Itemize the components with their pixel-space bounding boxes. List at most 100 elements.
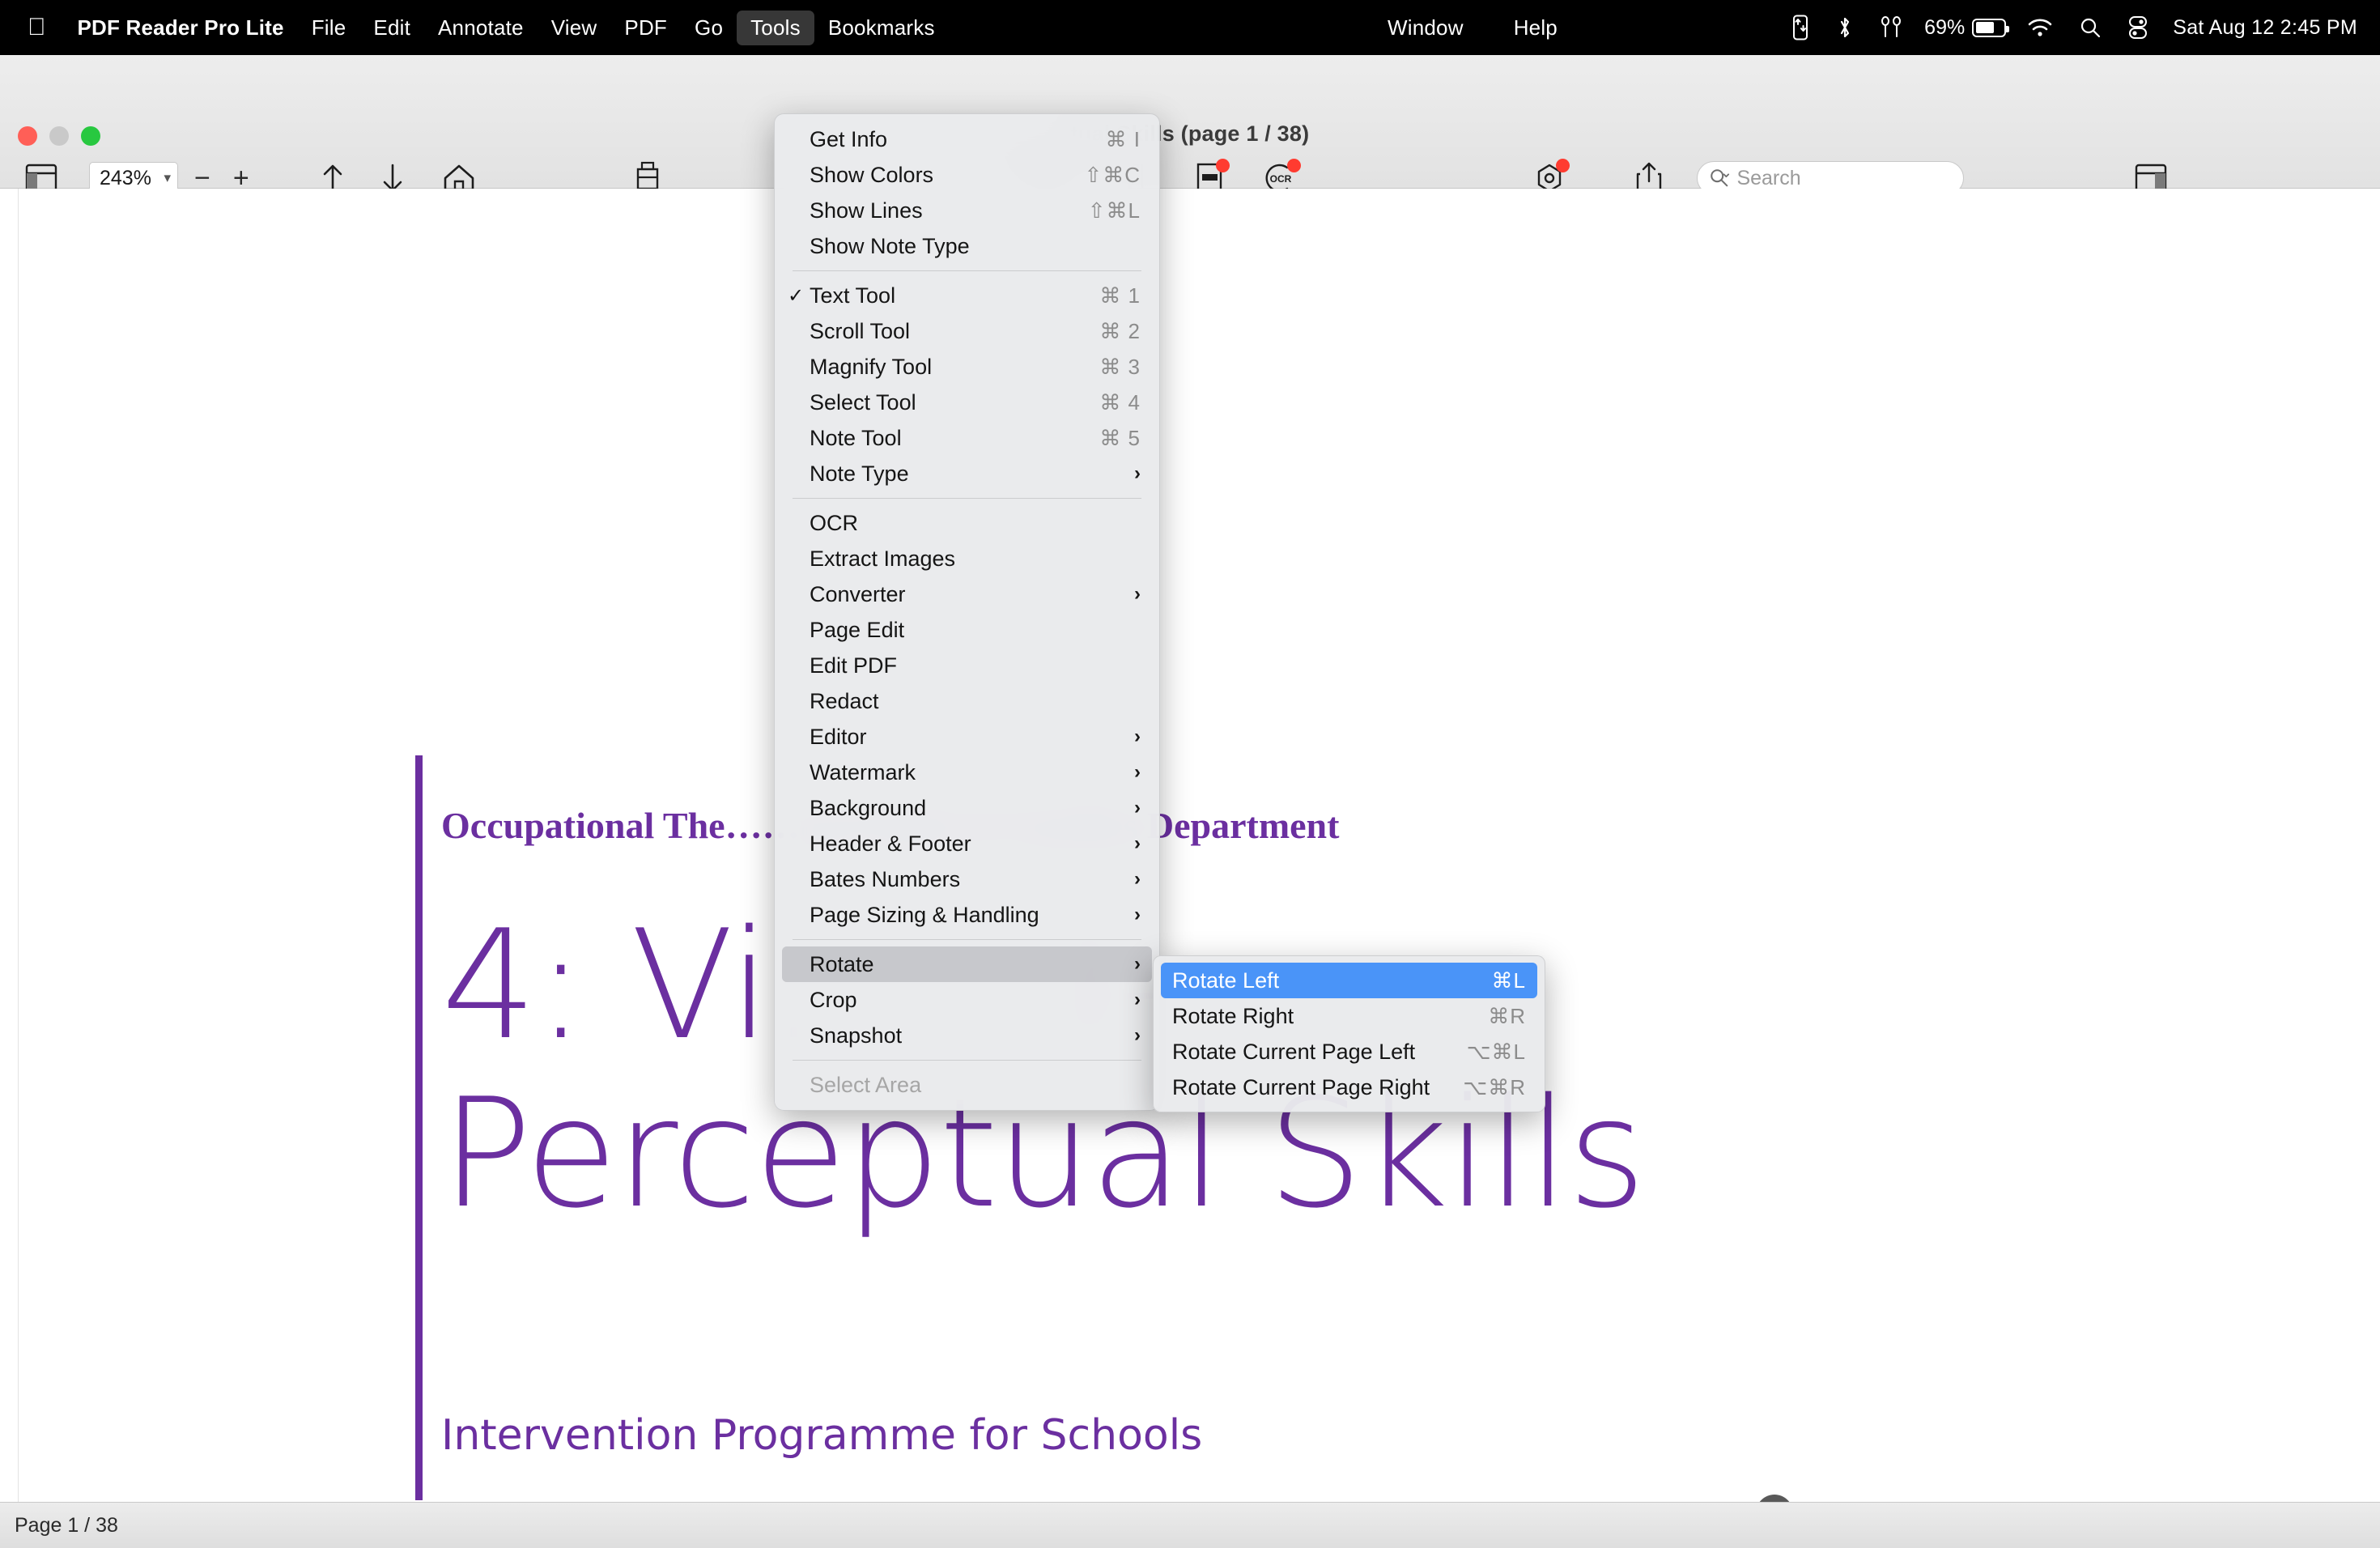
menu-item-label: Redact [810,689,1141,714]
airdrop-icon[interactable] [1777,15,1824,40]
rotate-submenu[interactable]: Rotate Left⌘LRotate Right⌘RRotate Curren… [1153,955,1545,1112]
menu-item-label: Note Type [810,461,1126,487]
menu-item-show-note-type[interactable]: Show Note Type [782,228,1152,264]
menu-item-label: OCR [810,511,1141,536]
menu-annotate[interactable]: Annotate [424,11,538,45]
menu-item-watermark[interactable]: Watermark› [782,755,1152,790]
wifi-icon[interactable] [2014,17,2066,38]
submenu-item-label: Rotate Current Page Right [1161,1075,1463,1100]
chevron-right-icon: › [1126,797,1141,819]
menu-item-shortcut: ⌘ 1 [1099,283,1141,308]
menu-tools[interactable]: Tools [737,11,814,45]
menu-separator [793,1060,1141,1061]
menu-item-label: Rotate [810,952,1126,977]
checkmark-icon: ✓ [782,284,810,308]
menu-bar-clock[interactable]: Sat Aug 12 2:45 PM [2161,16,2357,40]
menu-item-shortcut: ⌘ 4 [1099,390,1141,415]
bluetooth-icon[interactable] [1824,15,1866,40]
menu-item-rotate[interactable]: Rotate› [782,946,1152,982]
search-placeholder: Search [1736,167,1800,190]
submenu-item-rotate-current-page-left[interactable]: Rotate Current Page Left⌥⌘L [1161,1034,1537,1070]
chevron-right-icon: › [1126,761,1141,784]
menu-item-editor[interactable]: Editor› [782,719,1152,755]
menu-edit[interactable]: Edit [359,11,424,45]
menu-file[interactable]: File [298,11,360,45]
menu-app-name[interactable]: PDF Reader Pro Lite [64,11,298,45]
svg-text:OCR: OCR [1269,173,1291,185]
menu-item-redact[interactable]: Redact [782,683,1152,719]
menu-item-shortcut: ⌘ I [1106,127,1141,152]
menu-item-note-type[interactable]: Note Type› [782,456,1152,491]
menu-item-crop[interactable]: Crop› [782,982,1152,1018]
menu-item-label: Show Note Type [810,234,1141,259]
menu-item-page-edit[interactable]: Page Edit [782,612,1152,648]
menu-item-show-colors[interactable]: Show Colors⇧⌘C [782,157,1152,193]
menu-bookmarks[interactable]: Bookmarks [814,11,949,45]
menu-item-label: Header & Footer [810,831,1126,857]
battery-icon [1972,19,2006,37]
menu-item-note-tool[interactable]: Note Tool⌘ 5 [782,420,1152,456]
redact-notification-badge [1216,159,1230,172]
submenu-item-label: Rotate Right [1161,1004,1488,1029]
tools-dropdown-menu[interactable]: Get Info⌘ IShow Colors⇧⌘CShow Lines⇧⌘LSh… [774,113,1160,1111]
submenu-item-shortcut: ⌘L [1492,968,1526,993]
menu-item-snapshot[interactable]: Snapshot› [782,1018,1152,1053]
zoom-in-button[interactable]: + [222,164,261,192]
menu-item-label: Extract Images [810,546,1141,572]
menu-item-edit-pdf[interactable]: Edit PDF [782,648,1152,683]
menu-window[interactable]: Window [1374,11,1477,45]
menu-item-converter[interactable]: Converter› [782,576,1152,612]
menu-item-get-info[interactable]: Get Info⌘ I [782,121,1152,157]
vertical-scrollbar[interactable] [0,189,18,1502]
menu-item-text-tool[interactable]: ✓Text Tool⌘ 1 [782,278,1152,313]
menu-item-magnify-tool[interactable]: Magnify Tool⌘ 3 [782,349,1152,385]
airpods-icon[interactable] [1866,15,1916,40]
menu-item-label: Text Tool [810,283,1099,308]
menu-view[interactable]: View [538,11,611,45]
menu-item-scroll-tool[interactable]: Scroll Tool⌘ 2 [782,313,1152,349]
menu-item-ocr[interactable]: OCR [782,505,1152,541]
menu-item-label: Select Area [810,1073,1141,1098]
battery-indicator[interactable]: 69% [1916,16,2014,40]
menu-separator [793,939,1141,940]
menu-item-select-tool[interactable]: Select Tool⌘ 4 [782,385,1152,420]
menu-item-background[interactable]: Background› [782,790,1152,826]
menu-item-label: Page Sizing & Handling [810,903,1126,928]
menu-item-extract-images[interactable]: Extract Images [782,541,1152,576]
menu-bar-status-area: 69% Sat Aug 12 2:45 PM [1777,15,2380,40]
status-bar: Page 1 / 38 [0,1502,2380,1548]
apple-logo-icon[interactable]:  [0,15,64,40]
menu-item-label: Background [810,796,1126,821]
chevron-right-icon: › [1126,832,1141,855]
document-title: tual Skills (page 1 / 38) [0,121,2380,147]
menu-pdf[interactable]: PDF [610,11,681,45]
chevron-right-icon: › [1126,725,1141,748]
pdf-page: Occupational The……ng People & Families D… [18,189,2362,1502]
submenu-item-label: Rotate Current Page Left [1161,1040,1467,1065]
menu-item-select-area: Select Area [782,1067,1152,1103]
menu-item-bates-numbers[interactable]: Bates Numbers› [782,861,1152,897]
menu-separator [793,270,1141,271]
control-center-icon[interactable] [2114,15,2161,40]
menu-help[interactable]: Help [1500,11,1571,45]
menu-item-label: Get Info [810,127,1106,152]
spotlight-search-icon[interactable] [2066,16,2114,39]
menu-item-page-sizing-handling[interactable]: Page Sizing & Handling› [782,897,1152,933]
submenu-item-rotate-left[interactable]: Rotate Left⌘L [1161,963,1537,998]
menu-item-show-lines[interactable]: Show Lines⇧⌘L [782,193,1152,228]
menu-item-label: Crop [810,988,1126,1013]
submenu-item-rotate-current-page-right[interactable]: Rotate Current Page Right⌥⌘R [1161,1070,1537,1105]
submenu-item-rotate-right[interactable]: Rotate Right⌘R [1161,998,1537,1034]
menu-separator [793,498,1141,499]
menu-item-shortcut: ⌘ 3 [1099,355,1141,380]
page-indicator: Page 1 / 38 [15,1514,118,1537]
menu-item-shortcut: ⌘ 5 [1099,426,1141,451]
pdf-document-area[interactable]: Occupational The……ng People & Families D… [0,189,2380,1502]
zoom-out-button[interactable]: − [183,164,222,192]
submenu-item-label: Rotate Left [1161,968,1492,993]
menu-item-header-footer[interactable]: Header & Footer› [782,826,1152,861]
menu-item-label: Magnify Tool [810,355,1099,380]
menu-go[interactable]: Go [681,11,737,45]
accent-bar [415,755,423,1500]
submenu-item-shortcut: ⌥⌘R [1463,1075,1526,1100]
